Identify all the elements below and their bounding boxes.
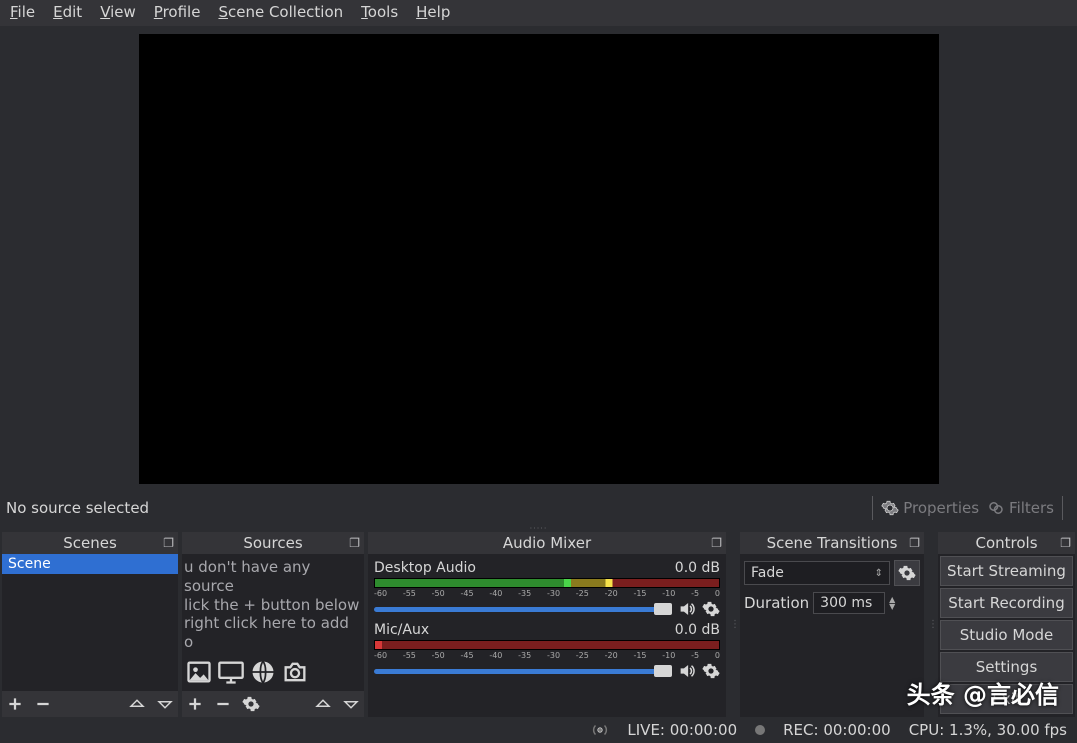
menu-bar: File Edit View Profile Scene Collection … (0, 0, 1077, 26)
meter-desktop (374, 578, 720, 588)
move-down-icon[interactable] (156, 695, 174, 713)
gear-icon[interactable] (242, 695, 260, 713)
controls-title: Controls (975, 534, 1037, 552)
meter-mic (374, 640, 720, 650)
start-streaming-button[interactable]: Start Streaming (940, 556, 1073, 586)
image-icon (184, 658, 214, 691)
preview-area (0, 26, 1077, 492)
popout-icon[interactable]: ❐ (349, 536, 360, 550)
properties-button[interactable]: Properties (881, 499, 979, 517)
audio-mixer-panel: Audio Mixer ❐ Desktop Audio 0.0 dB -60-5… (368, 532, 726, 717)
scene-list[interactable]: Scene (2, 554, 178, 691)
record-dot-icon (755, 725, 765, 735)
popout-icon[interactable]: ❐ (711, 536, 722, 550)
volume-slider[interactable] (374, 607, 672, 612)
gear-icon[interactable] (702, 600, 720, 618)
gear-icon (881, 499, 899, 517)
mixer-channel-mic: Mic/Aux 0.0 dB -60-55-50-45-40-35-30-25-… (374, 622, 720, 680)
mixer-channel-desktop: Desktop Audio 0.0 dB -60-55-50-45-40-35-… (374, 560, 720, 618)
camera-icon (280, 658, 310, 691)
popout-icon[interactable]: ❐ (163, 536, 174, 550)
add-icon[interactable] (6, 695, 24, 713)
menu-view[interactable]: View (100, 3, 136, 21)
popout-icon[interactable]: ❐ (909, 536, 920, 550)
scene-item[interactable]: Scene (2, 554, 178, 574)
sources-title: Sources (243, 534, 302, 552)
menu-scene-collection[interactable]: Scene Collection (218, 3, 343, 21)
cpu-status: CPU: 1.3%, 30.00 fps (909, 721, 1067, 739)
globe-icon (248, 658, 278, 691)
menu-profile[interactable]: Profile (154, 3, 201, 21)
spinner-arrows-icon[interactable]: ▲▼ (889, 596, 895, 610)
transitions-panel: Scene Transitions ❐ Fade ⇕ Duration 300 … (740, 532, 924, 717)
speaker-icon[interactable] (678, 662, 696, 680)
move-up-icon[interactable] (314, 695, 332, 713)
move-up-icon[interactable] (128, 695, 146, 713)
menu-edit[interactable]: Edit (53, 3, 82, 21)
remove-icon[interactable] (214, 695, 232, 713)
studio-mode-button[interactable]: Studio Mode (940, 620, 1073, 650)
popout-icon[interactable]: ❐ (1060, 536, 1071, 550)
filter-icon (987, 499, 1005, 517)
watermark: 头条 @言必信 (907, 675, 1059, 710)
transitions-title: Scene Transitions (767, 534, 898, 552)
mixer-title: Audio Mixer (503, 534, 591, 552)
meter-scale: -60-55-50-45-40-35-30-25-20-15-10-50 (374, 651, 720, 660)
move-down-icon[interactable] (342, 695, 360, 713)
gear-icon[interactable] (702, 662, 720, 680)
remove-icon[interactable] (34, 695, 52, 713)
broadcast-icon (591, 721, 609, 739)
gear-icon (898, 564, 916, 582)
transition-select[interactable]: Fade ⇕ (744, 561, 890, 585)
rec-status: REC: 00:00:00 (783, 721, 891, 739)
chevron-updown-icon: ⇕ (875, 568, 883, 579)
meter-scale: -60-55-50-45-40-35-30-25-20-15-10-50 (374, 589, 720, 598)
volume-slider[interactable] (374, 669, 672, 674)
duration-label: Duration (744, 594, 809, 612)
preview-canvas[interactable] (139, 34, 939, 484)
no-source-label: No source selected (6, 499, 149, 517)
transition-settings-button[interactable] (894, 560, 920, 586)
status-bar: LIVE: 00:00:00 REC: 00:00:00 CPU: 1.3%, … (0, 717, 1077, 743)
menu-tools[interactable]: Tools (361, 3, 398, 21)
menu-help[interactable]: Help (416, 3, 450, 21)
live-status: LIVE: 00:00:00 (627, 721, 737, 739)
drag-handle-icon[interactable]: ⋮ (730, 619, 736, 630)
display-icon (216, 658, 246, 691)
duration-input[interactable]: 300 ms (813, 592, 885, 614)
scenes-panel: Scenes ❐ Scene (2, 532, 178, 717)
menu-file[interactable]: File (10, 3, 35, 21)
scenes-title: Scenes (63, 534, 117, 552)
speaker-icon[interactable] (678, 600, 696, 618)
filters-button[interactable]: Filters (987, 499, 1054, 517)
drag-handle-icon[interactable]: ⋮ (928, 619, 934, 630)
source-toolbar: No source selected Properties Filters (0, 492, 1077, 524)
sources-panel: Sources ❐ u don't have any source lick t… (182, 532, 364, 717)
start-recording-button[interactable]: Start Recording (940, 588, 1073, 618)
add-icon[interactable] (186, 695, 204, 713)
sources-empty-hint[interactable]: u don't have any source lick the + butto… (182, 554, 364, 691)
